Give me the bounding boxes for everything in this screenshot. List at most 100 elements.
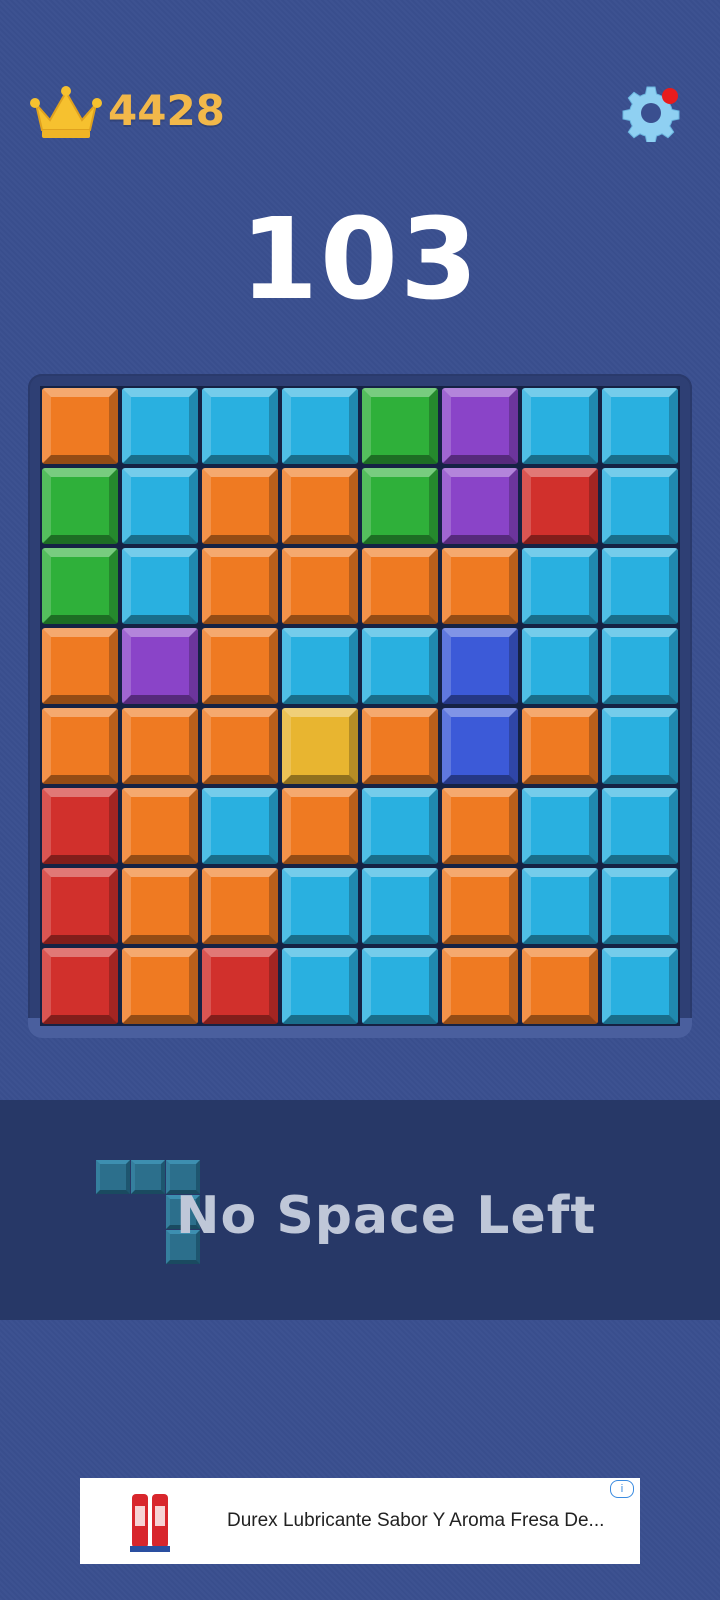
block-tile: [602, 628, 678, 704]
board-cell-orange: [200, 546, 280, 626]
best-score: 4428: [108, 86, 225, 135]
board-cell-red: [40, 786, 120, 866]
board-cell-cyan: [280, 626, 360, 706]
block-tile: [282, 948, 358, 1024]
current-score: 103: [240, 195, 480, 325]
board-cell-cyan: [600, 866, 680, 946]
block-tile: [42, 628, 118, 704]
block-tile: [362, 468, 438, 544]
block-tile: [202, 868, 278, 944]
notification-dot: [662, 88, 678, 104]
board-cell-cyan: [520, 866, 600, 946]
board-cell-cyan: [520, 546, 600, 626]
block-tile: [442, 868, 518, 944]
block-tile: [42, 388, 118, 464]
block-tile: [202, 388, 278, 464]
board-cell-orange: [440, 546, 520, 626]
board-cell-cyan: [600, 546, 680, 626]
block-tile: [362, 788, 438, 864]
board-cell-cyan: [280, 386, 360, 466]
board-cell-orange: [40, 706, 120, 786]
block-tile: [522, 628, 598, 704]
board-cell-orange: [40, 626, 120, 706]
board-cell-orange: [120, 866, 200, 946]
board-cell-green: [40, 466, 120, 546]
block-tile: [362, 628, 438, 704]
block-tile: [282, 388, 358, 464]
board-cell-orange: [520, 946, 600, 1026]
block-tile: [442, 628, 518, 704]
block-tile: [122, 628, 198, 704]
board-cell-cyan: [600, 706, 680, 786]
board-cell-purple: [120, 626, 200, 706]
board-cell-red: [40, 946, 120, 1026]
block-tile: [282, 788, 358, 864]
block-tile: [522, 708, 598, 784]
block-tile: [442, 948, 518, 1024]
block-tile: [522, 868, 598, 944]
board-cell-cyan: [600, 626, 680, 706]
block-tile: [122, 388, 198, 464]
block-tile: [602, 788, 678, 864]
block-tile: [442, 468, 518, 544]
block-tile: [42, 948, 118, 1024]
block-tile: [122, 788, 198, 864]
block-tile: [282, 708, 358, 784]
board-cell-cyan: [520, 386, 600, 466]
block-tile: [42, 548, 118, 624]
block-tile: [42, 788, 118, 864]
top-bar: 4428: [0, 0, 720, 160]
block-tile: [442, 548, 518, 624]
block-tile: [282, 548, 358, 624]
game-board[interactable]: [40, 386, 680, 1026]
block-tile: [42, 468, 118, 544]
block-tile: [522, 788, 598, 864]
piece-block: [96, 1160, 130, 1194]
board-cell-cyan: [600, 466, 680, 546]
board-cell-cyan: [600, 386, 680, 466]
board-cell-blue: [440, 706, 520, 786]
board-cell-cyan: [360, 946, 440, 1026]
board-cell-cyan: [120, 546, 200, 626]
board-cell-cyan: [520, 786, 600, 866]
block-tile: [122, 548, 198, 624]
board-cell-purple: [440, 466, 520, 546]
board-cell-orange: [120, 706, 200, 786]
block-tile: [42, 868, 118, 944]
board-cell-orange: [40, 386, 120, 466]
block-tile: [202, 628, 278, 704]
board-cell-cyan: [280, 866, 360, 946]
board-cell-orange: [280, 466, 360, 546]
block-tile: [202, 708, 278, 784]
board-cell-orange: [520, 706, 600, 786]
block-tile: [202, 468, 278, 544]
block-tile: [202, 548, 278, 624]
piece-block: [131, 1160, 165, 1194]
board-cell-orange: [440, 786, 520, 866]
board-cell-orange: [200, 866, 280, 946]
block-tile: [202, 788, 278, 864]
ad-text[interactable]: Durex Lubricante Sabor Y Aroma Fresa De.…: [227, 1510, 604, 1532]
block-tile: [282, 468, 358, 544]
product-image: [130, 1494, 170, 1552]
board-cell-orange: [120, 946, 200, 1026]
board-cell-orange: [200, 466, 280, 546]
board-cell-cyan: [600, 946, 680, 1026]
block-tile: [442, 788, 518, 864]
board-cell-cyan: [120, 466, 200, 546]
board-cell-orange: [360, 706, 440, 786]
board-cell-green: [360, 466, 440, 546]
block-tile: [122, 868, 198, 944]
board-cell-orange: [440, 866, 520, 946]
block-tile: [522, 548, 598, 624]
info-icon[interactable]: i: [610, 1480, 634, 1498]
board-cell-cyan: [600, 786, 680, 866]
board-cell-green: [360, 386, 440, 466]
board-cell-orange: [280, 546, 360, 626]
block-tile: [602, 468, 678, 544]
board-cell-cyan: [120, 386, 200, 466]
ad-banner[interactable]: Durex Lubricante Sabor Y Aroma Fresa De.…: [80, 1478, 640, 1564]
block-tile: [522, 948, 598, 1024]
block-tile: [202, 948, 278, 1024]
board-cell-cyan: [360, 626, 440, 706]
